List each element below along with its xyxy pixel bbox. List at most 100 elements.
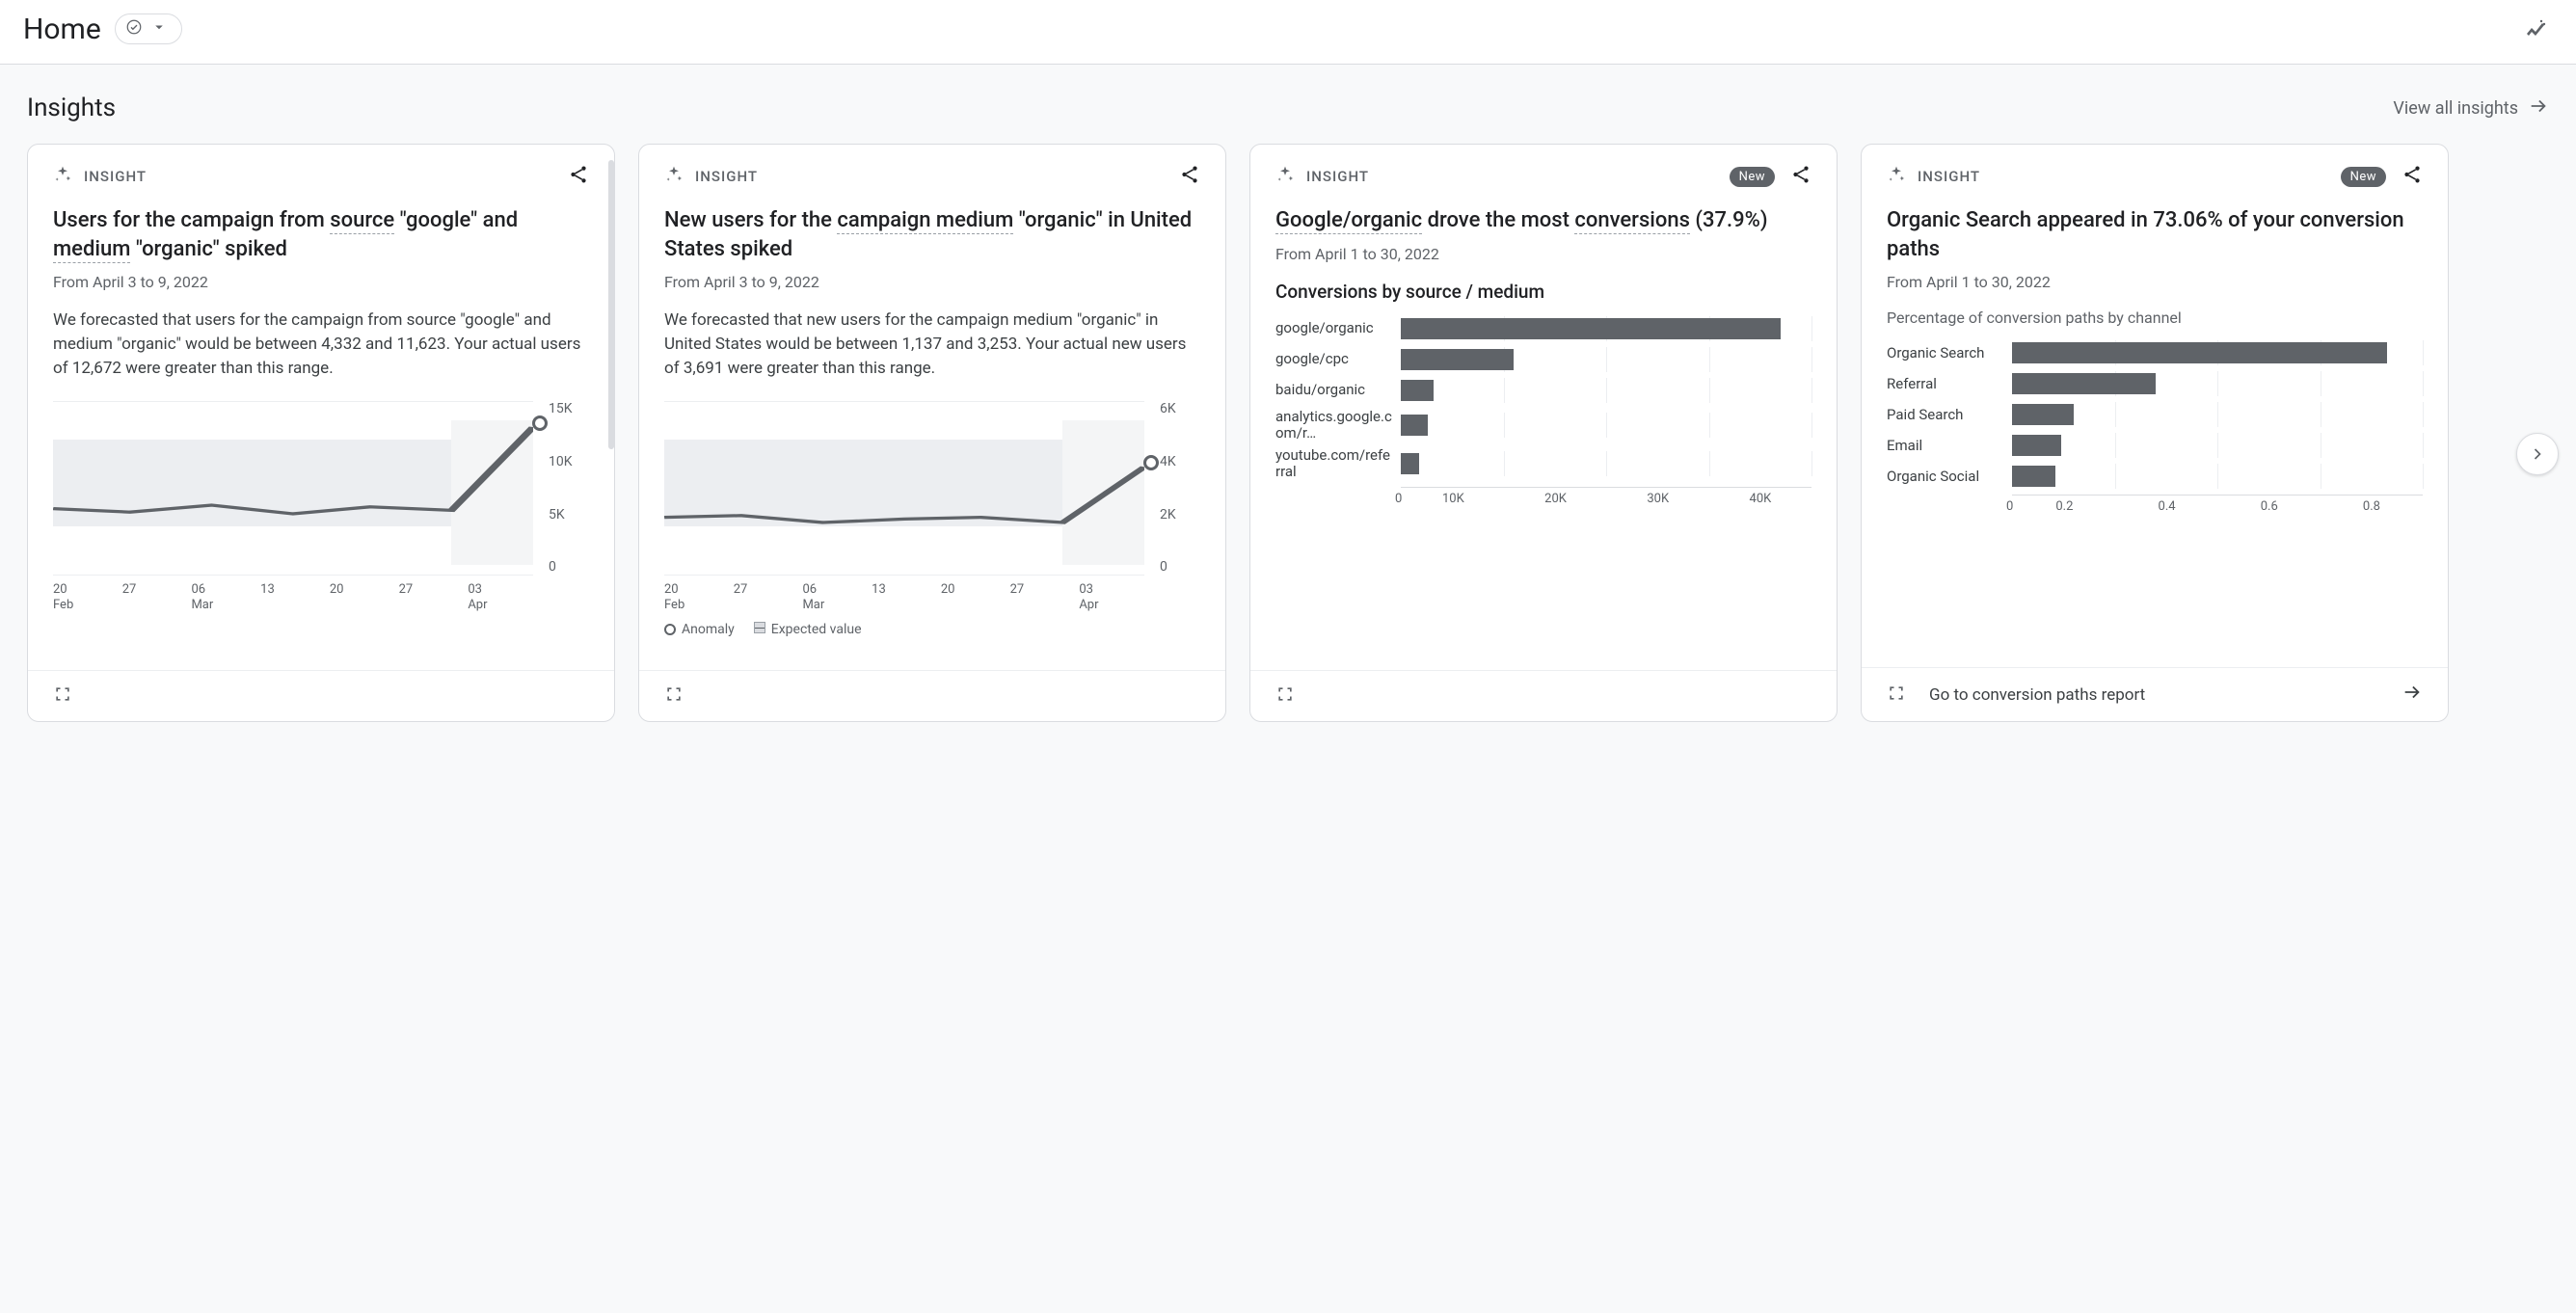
fullscreen-icon[interactable] bbox=[53, 684, 72, 708]
hbar-track bbox=[2012, 433, 2423, 458]
hbar-fill bbox=[1401, 415, 1428, 436]
hbar-fill bbox=[1401, 380, 1434, 401]
x-tick: 10K bbox=[1402, 488, 1504, 506]
hbar-row: Paid Search bbox=[1887, 402, 2423, 427]
card-body: New users for the campaign medium "organ… bbox=[639, 189, 1225, 670]
date-range: From April 1 to 30, 2022 bbox=[1275, 245, 1811, 263]
legend-expected: Expected value bbox=[754, 622, 862, 637]
hbar-chart: google/organic google/cpc baidu/organic ana… bbox=[1275, 316, 1811, 481]
y-axis: 6K 4K 2K 0 bbox=[1154, 401, 1200, 575]
share-icon[interactable] bbox=[2402, 164, 2423, 189]
hbar-track bbox=[1401, 378, 1811, 403]
card-type: INSIGHT bbox=[53, 165, 147, 188]
y-tick: 4K bbox=[1160, 454, 1200, 469]
view-all-label: View all insights bbox=[2393, 98, 2518, 119]
hbar-fill bbox=[1401, 453, 1419, 474]
fullscreen-icon[interactable] bbox=[664, 684, 684, 708]
card-type-label: INSIGHT bbox=[695, 168, 758, 185]
sparkle-icon bbox=[53, 165, 72, 188]
section-title: Insights bbox=[27, 94, 116, 122]
insight-cards: INSIGHT Users for the campaign from sour… bbox=[27, 144, 2549, 722]
conversion-paths-link[interactable]: Go to conversion paths report bbox=[1929, 682, 2423, 708]
hbar-label: analytics.google.com/r… bbox=[1275, 409, 1401, 442]
card-body: Google/organic drove the most conversion… bbox=[1250, 189, 1837, 670]
fullscreen-icon[interactable] bbox=[1887, 683, 1906, 707]
y-tick: 10K bbox=[549, 454, 589, 469]
hbar-label: baidu/organic bbox=[1275, 382, 1401, 398]
y-tick: 0 bbox=[1160, 559, 1200, 575]
hbar-fill bbox=[2012, 435, 2061, 456]
insights-trend-icon[interactable] bbox=[2518, 12, 2553, 46]
card-footer: Go to conversion paths report bbox=[1862, 667, 2448, 721]
x-tick: 0.2 bbox=[2013, 496, 2115, 514]
card-title: New users for the campaign medium "organ… bbox=[664, 206, 1200, 263]
section-head: Insights View all insights bbox=[27, 94, 2549, 122]
hbar-fill bbox=[1401, 349, 1514, 370]
chart-subtitle: Percentage of conversion paths by channe… bbox=[1887, 308, 2423, 327]
y-tick: 2K bbox=[1160, 507, 1200, 523]
footer-link-label: Go to conversion paths report bbox=[1929, 685, 2145, 705]
card-type: INSIGHT bbox=[664, 165, 758, 188]
insight-card: INSIGHT New Organic Search appeared in 7… bbox=[1861, 144, 2449, 722]
hbar-track bbox=[2012, 464, 2423, 489]
x-axis: 00.20.40.60.8 bbox=[2012, 495, 2423, 514]
hbar-row: Organic Social bbox=[1887, 464, 2423, 489]
chart-plot bbox=[664, 401, 1144, 575]
y-tick: 6K bbox=[1160, 401, 1200, 416]
card-title: Google/organic drove the most conversion… bbox=[1275, 206, 1811, 235]
hbar-fill bbox=[2012, 373, 2156, 394]
date-range: From April 3 to 9, 2022 bbox=[53, 273, 589, 291]
x-axis: 20Feb 27 06Mar 13 20 27 03Apr bbox=[664, 582, 1200, 612]
card-description: We forecasted that users for the campaig… bbox=[53, 308, 589, 380]
hbar-row: google/organic bbox=[1275, 316, 1811, 341]
users-filter-chip[interactable] bbox=[115, 13, 182, 44]
y-tick: 0 bbox=[549, 559, 589, 575]
fullscreen-icon[interactable] bbox=[1275, 684, 1295, 708]
card-head: INSIGHT New bbox=[1250, 145, 1837, 189]
hbar-track bbox=[1401, 316, 1811, 341]
share-icon[interactable] bbox=[1179, 164, 1200, 189]
hbar-track bbox=[2012, 402, 2423, 427]
card-body: Organic Search appeared in 73.06% of you… bbox=[1862, 189, 2448, 667]
hbar-fill bbox=[2012, 404, 2074, 425]
share-icon[interactable] bbox=[1790, 164, 1811, 189]
x-tick: 30K bbox=[1607, 488, 1709, 506]
hbar-label: Organic Search bbox=[1887, 345, 2012, 362]
arrow-right-icon bbox=[2528, 95, 2549, 121]
hbar-row: analytics.google.com/r… bbox=[1275, 409, 1811, 442]
hbar-row: google/cpc bbox=[1275, 347, 1811, 372]
share-icon[interactable] bbox=[568, 164, 589, 189]
caret-down-icon bbox=[150, 18, 168, 40]
insight-card: INSIGHT New Google/organic drove the mos… bbox=[1249, 144, 1838, 722]
insight-card: INSIGHT Users for the campaign from sour… bbox=[27, 144, 615, 722]
anomaly-chart: 6K 4K 2K 0 bbox=[664, 401, 1200, 575]
x-tick: 20K bbox=[1504, 488, 1606, 506]
card-type-label: INSIGHT bbox=[1306, 168, 1369, 185]
anomaly-chart: 15K 10K 5K 0 bbox=[53, 401, 589, 575]
card-type: INSIGHT bbox=[1275, 165, 1369, 188]
x-tick: 40K bbox=[1709, 488, 1811, 506]
view-all-insights-link[interactable]: View all insights bbox=[2393, 95, 2549, 121]
date-range: From April 1 to 30, 2022 bbox=[1887, 273, 2423, 291]
card-type-label: INSIGHT bbox=[1918, 168, 1980, 185]
chart-plot bbox=[53, 401, 533, 575]
x-tick: 0 bbox=[2006, 496, 2013, 514]
sparkle-icon bbox=[664, 165, 684, 188]
next-cards-button[interactable] bbox=[2516, 433, 2559, 475]
card-type-label: INSIGHT bbox=[84, 168, 147, 185]
chart-subtitle: Conversions by source / medium bbox=[1275, 281, 1811, 303]
x-tick: 0.4 bbox=[2115, 496, 2217, 514]
hbar-fill bbox=[1401, 318, 1781, 339]
y-tick: 15K bbox=[549, 401, 589, 416]
top-bar: Home bbox=[0, 0, 2576, 65]
card-title: Organic Search appeared in 73.06% of you… bbox=[1887, 206, 2423, 263]
date-range: From April 3 to 9, 2022 bbox=[664, 273, 1200, 291]
hbar-label: Paid Search bbox=[1887, 407, 2012, 423]
hbar-track bbox=[1401, 347, 1811, 372]
new-badge: New bbox=[1730, 167, 1775, 187]
top-bar-left: Home bbox=[23, 13, 182, 46]
hbar-chart: Organic SearchReferralPaid SearchEmailOr… bbox=[1887, 340, 2423, 489]
x-tick: 0 bbox=[1395, 488, 1402, 506]
hbar-track bbox=[2012, 340, 2423, 365]
card-description: We forecasted that new users for the cam… bbox=[664, 308, 1200, 380]
